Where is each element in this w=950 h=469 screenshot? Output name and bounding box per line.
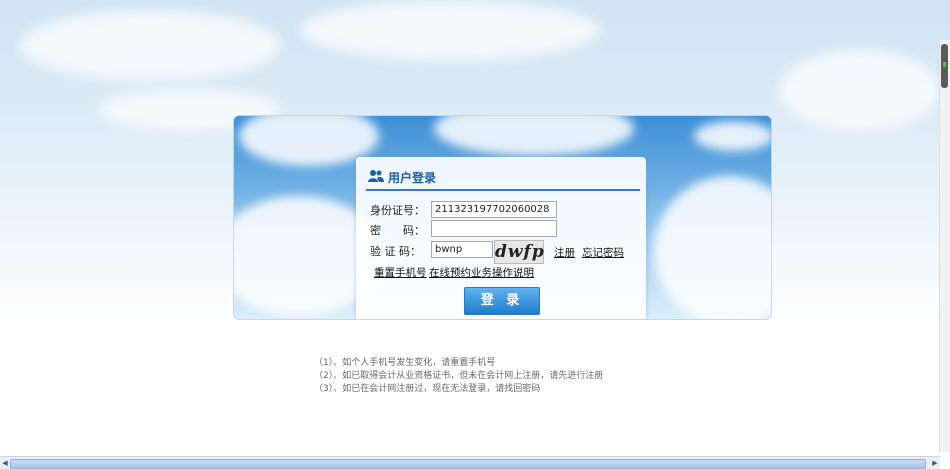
- guide-link[interactable]: 在线预约业务操作说明: [429, 265, 534, 280]
- notes-list: （1）、如个人手机号发生变化，请重置手机号 （2）、如已取得会计从业资格证书，但…: [314, 357, 603, 396]
- id-label: 身份证号：: [370, 204, 425, 217]
- note-item: （3）、如已在会计网注册过，现在无法登录，请找回密码: [314, 384, 541, 394]
- cloud: [694, 121, 771, 151]
- scroll-left-icon[interactable]: ◀: [1, 459, 9, 467]
- login-header: 用户登录: [366, 167, 640, 191]
- cloud: [780, 50, 940, 130]
- horizontal-scrollbar[interactable]: ◀ ▶: [0, 456, 940, 469]
- captcha-input[interactable]: bwnp: [431, 241, 493, 258]
- captcha-image[interactable]: dwfp: [494, 240, 544, 264]
- note-item: （2）、如已取得会计从业资格证书，但未在会计网上注册，请先进行注册: [314, 371, 604, 381]
- cloud: [20, 10, 280, 80]
- register-link[interactable]: 注册: [554, 245, 575, 260]
- login-button[interactable]: 登 录: [464, 287, 540, 315]
- login-title: 用户登录: [388, 171, 437, 185]
- note-item: （1）、如个人手机号发生变化，请重置手机号: [314, 358, 496, 368]
- users-icon: [368, 169, 384, 183]
- forgot-password-link[interactable]: 忘记密码: [582, 245, 624, 260]
- scroll-right-icon[interactable]: ▶: [931, 459, 939, 467]
- password-label: 密 码：: [370, 224, 425, 237]
- captcha-label: 验 证 码：: [370, 245, 421, 258]
- vertical-scrollbar[interactable]: [939, 40, 950, 452]
- login-form: 用户登录 身份证号： 211323197702060028 密 码： 验 证 码…: [356, 157, 646, 319]
- reset-phone-link[interactable]: 重置手机号: [374, 265, 427, 280]
- cloud: [300, 0, 600, 60]
- cloud: [434, 116, 634, 156]
- password-input[interactable]: [431, 220, 557, 237]
- cloud: [654, 176, 771, 319]
- scroll-thumb[interactable]: [10, 459, 926, 469]
- scroll-thumb[interactable]: [941, 44, 948, 88]
- login-panel: 用户登录 身份证号： 211323197702060028 密 码： 验 证 码…: [233, 115, 772, 320]
- id-number-input[interactable]: 211323197702060028: [431, 201, 557, 218]
